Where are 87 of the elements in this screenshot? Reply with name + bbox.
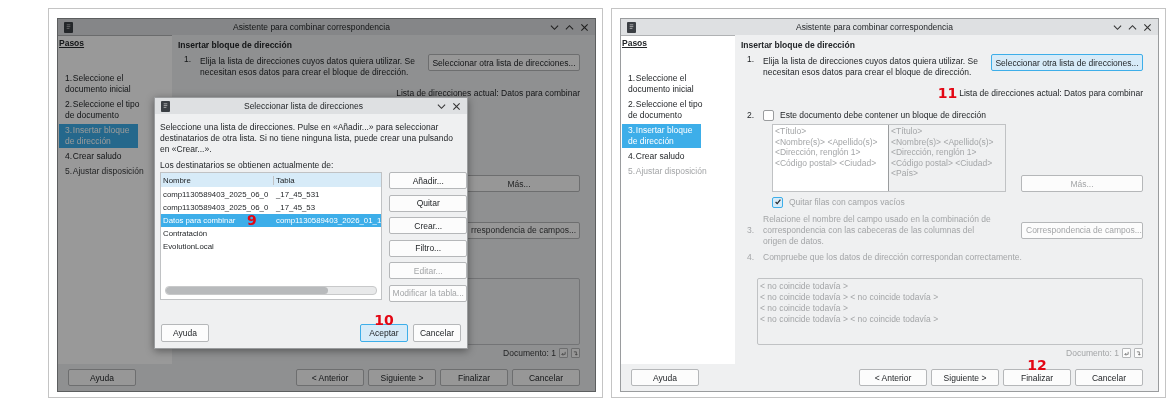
wizard-button[interactable]: < Anterior xyxy=(296,369,364,386)
minimize-icon[interactable] xyxy=(1113,22,1122,32)
previous-document-button[interactable] xyxy=(559,348,568,358)
document-icon xyxy=(627,21,636,33)
checkbox-label: Quitar filas con campos vacíos xyxy=(789,197,905,207)
list-action-button[interactable]: Filtro... xyxy=(389,239,468,257)
list-action-button[interactable]: Añadir... xyxy=(389,172,468,189)
address-field: <Código postal> <Ciudad> xyxy=(891,157,1003,168)
dialog-button[interactable]: Ayuda xyxy=(161,324,209,342)
instruction-text: Elija la lista de direcciones cuyos datos quiera utilizar. Se necesitan esos datos para crear el bloque de dirección. xyxy=(200,55,416,78)
select-list-button[interactable]: Seleccionar otra lista de direcciones... xyxy=(428,54,580,71)
minimize-icon[interactable] xyxy=(437,101,446,111)
dialog-button[interactable]: Aceptar xyxy=(360,324,408,342)
wizard-button[interactable]: Cancelar xyxy=(512,369,580,386)
next-icon xyxy=(1136,350,1141,356)
instruction-text: Elija la lista de direcciones cuyos datos quiera utilizar. Se necesitan esos datos para crear el bloque de dirección. xyxy=(763,55,979,78)
next-icon xyxy=(573,350,578,356)
step-item[interactable]: 4. Crear saludo xyxy=(622,150,718,163)
window-title: Seleccionar lista de direcciones xyxy=(242,101,365,111)
previous-icon xyxy=(1124,350,1129,356)
address-field: <Título> xyxy=(775,126,886,137)
previous-icon xyxy=(561,350,566,356)
address-field: <Dirección, renglón 1> xyxy=(891,147,1003,158)
step-item[interactable]: 2. Seleccione el tipo de documento xyxy=(622,98,718,122)
steps-heading: Pasos xyxy=(622,38,649,48)
address-field: <Nombre(s)> <Apellido(s)> xyxy=(775,136,886,147)
current-list-label: Lista de direcciones actual: Datos para combinar xyxy=(396,88,580,98)
instruction-text: Relacione el nombre del campo usado en la combinación de correspondencia con las cabeceras de las columnas del origen de datos. xyxy=(763,213,992,247)
maximize-icon[interactable] xyxy=(565,22,574,32)
dialog-instructions: Seleccione una lista de direcciones. Pulse en «Añadir...» para seleccionar destinatarios de otra lista. Si no tiene ninguna lista, puede crear una pulsando en «Crear...». xyxy=(160,122,454,154)
preview-line: < no coincide todavía > < no coincide todavía > xyxy=(760,314,940,325)
list-action-button[interactable]: Quitar xyxy=(389,194,468,212)
preview-line: < no coincide todavía > < no coincide todavía > xyxy=(760,292,940,303)
maximize-icon[interactable] xyxy=(1128,22,1137,32)
window-title: Asistente para combinar correspondencia xyxy=(232,22,391,32)
current-list-label: Lista de direcciones actual: Datos para combinar xyxy=(959,88,1143,98)
wizard-button[interactable]: Siguiente > xyxy=(368,369,436,386)
next-document-button[interactable] xyxy=(1134,348,1143,358)
preview-line: < no coincide todavía > xyxy=(760,281,849,292)
wizard-button[interactable]: Ayuda xyxy=(631,369,699,386)
close-icon[interactable] xyxy=(580,22,589,32)
address-field: <Título> xyxy=(891,126,1003,137)
step-number: 2. xyxy=(746,110,756,120)
callout-number: 11 xyxy=(937,86,958,100)
section-heading: Insertar bloque de dirección xyxy=(741,40,856,52)
step-item[interactable]: 2. Seleccione el tipo de documento xyxy=(59,98,155,122)
checkbox-label: Este documento debe contener un bloque de dirección xyxy=(780,110,987,120)
step-number: 4. xyxy=(746,252,756,262)
next-document-button[interactable] xyxy=(571,348,580,358)
document-icon xyxy=(161,100,170,112)
wizard-button[interactable]: Finalizar xyxy=(1003,369,1071,386)
list-action-button[interactable]: Crear... xyxy=(389,217,468,234)
document-counter: Documento: 1 xyxy=(503,348,556,358)
close-icon[interactable] xyxy=(452,101,461,111)
steps-heading: Pasos xyxy=(59,38,86,48)
wizard-button[interactable]: Finalizar xyxy=(440,369,508,386)
window-title: Asistente para combinar correspondencia xyxy=(795,22,954,32)
document-icon xyxy=(64,21,73,33)
step-number: 3. xyxy=(746,225,756,235)
address-field: <Dirección, renglón 1> xyxy=(775,147,886,158)
select-list-button[interactable]: Seleccionar otra lista de direcciones... xyxy=(991,54,1143,71)
source-label: Los destinatarios se obtienen actualmente de: xyxy=(160,160,335,172)
step-item[interactable]: 4. Crear saludo xyxy=(59,150,155,163)
minimize-icon[interactable] xyxy=(550,22,559,32)
step-number: 1. xyxy=(746,54,756,64)
step-number: 1. xyxy=(183,54,193,64)
instruction-text: Compruebe que los datos de dirección correspondan correctamente. xyxy=(763,252,1022,262)
preview-line: < no coincide todavía > xyxy=(760,303,849,314)
callout-number: 12 xyxy=(1027,358,1047,372)
dialog-button[interactable]: Cancelar xyxy=(413,324,461,342)
callout-number: 10 xyxy=(374,313,394,327)
wizard-button[interactable]: Ayuda xyxy=(68,369,136,386)
callout-number: 9 xyxy=(247,213,257,227)
close-icon[interactable] xyxy=(1143,22,1152,32)
address-field: <País> xyxy=(891,168,1003,179)
previous-document-button[interactable] xyxy=(1122,348,1131,358)
step-item[interactable]: 1. Seleccione el documento inicial xyxy=(59,72,155,96)
document-counter: Documento: 1 xyxy=(1066,348,1119,358)
wizard-button[interactable]: Siguiente > xyxy=(931,369,999,386)
address-field: <Código postal> <Ciudad> xyxy=(775,157,886,168)
horizontal-scrollbar[interactable] xyxy=(165,286,378,295)
section-heading: Insertar bloque de dirección xyxy=(178,40,293,52)
step-item[interactable]: 1. Seleccione el documento inicial xyxy=(622,72,718,96)
wizard-button[interactable]: < Anterior xyxy=(859,369,927,386)
checkbox[interactable] xyxy=(763,109,774,121)
address-field: <Nombre(s)> <Apellido(s)> xyxy=(891,136,1003,147)
wizard-button[interactable]: Cancelar xyxy=(1075,369,1143,386)
